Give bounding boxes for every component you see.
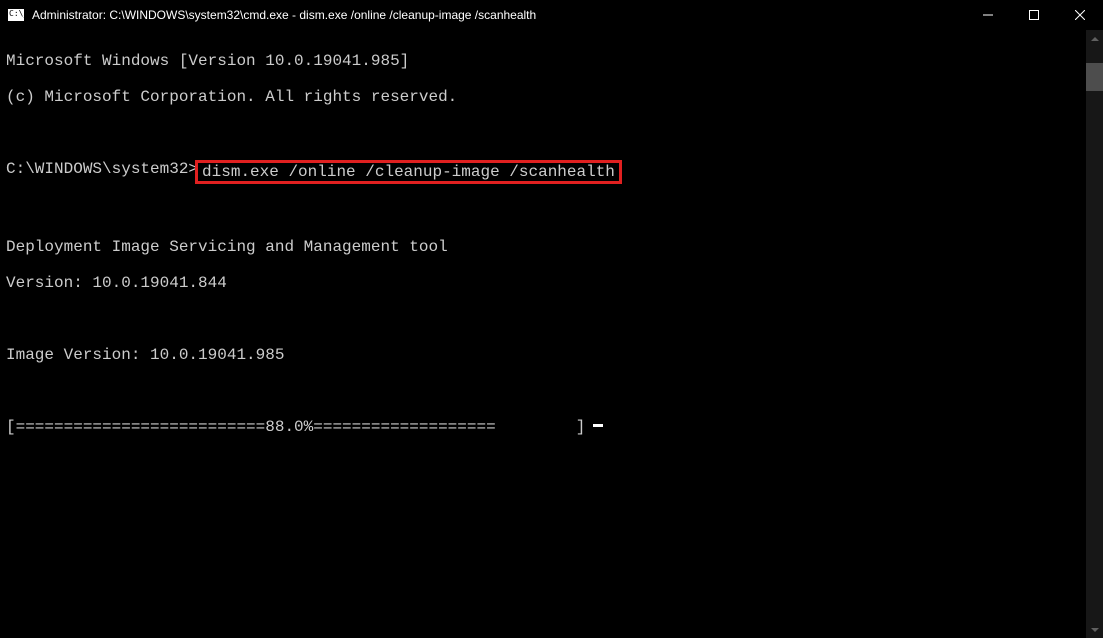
cursor: [593, 424, 603, 427]
maximize-button[interactable]: [1011, 0, 1057, 30]
output-blank: [6, 382, 1086, 400]
output-line: (c) Microsoft Corporation. All rights re…: [6, 88, 1086, 106]
command-highlight: dism.exe /online /cleanup-image /scanhea…: [195, 160, 622, 184]
scroll-track[interactable]: [1086, 47, 1103, 621]
cmd-window: Administrator: C:\WINDOWS\system32\cmd.e…: [0, 0, 1103, 638]
cmd-icon: [8, 9, 24, 21]
output-line: Deployment Image Servicing and Managemen…: [6, 238, 1086, 256]
minimize-button[interactable]: [965, 0, 1011, 30]
chevron-up-icon: [1091, 37, 1099, 41]
prompt-prefix: C:\WINDOWS\system32>: [6, 160, 198, 178]
chevron-down-icon: [1091, 628, 1099, 632]
scroll-up-arrow[interactable]: [1086, 30, 1103, 47]
entered-command: dism.exe /online /cleanup-image /scanhea…: [202, 163, 615, 181]
progress-bar-right: ]: [576, 418, 586, 436]
progress-bar-left: [==========================88.0%========…: [6, 418, 496, 436]
scroll-down-arrow[interactable]: [1086, 621, 1103, 638]
output-blank: [6, 202, 1086, 220]
prompt-line: C:\WINDOWS\system32>dism.exe /online /cl…: [6, 160, 1086, 184]
vertical-scrollbar[interactable]: [1086, 30, 1103, 638]
progress-line: [==========================88.0%========…: [6, 418, 1086, 436]
window-controls: [965, 0, 1103, 30]
maximize-icon: [1029, 10, 1039, 20]
output-line: Version: 10.0.19041.844: [6, 274, 1086, 292]
close-icon: [1075, 10, 1085, 20]
output-blank: [6, 310, 1086, 328]
close-button[interactable]: [1057, 0, 1103, 30]
output-line: Microsoft Windows [Version 10.0.19041.98…: [6, 52, 1086, 70]
scroll-thumb[interactable]: [1086, 63, 1103, 91]
titlebar[interactable]: Administrator: C:\WINDOWS\system32\cmd.e…: [0, 0, 1103, 30]
minimize-icon: [983, 10, 993, 20]
terminal-output[interactable]: Microsoft Windows [Version 10.0.19041.98…: [0, 30, 1086, 638]
output-blank: [6, 124, 1086, 142]
content-area: Microsoft Windows [Version 10.0.19041.98…: [0, 30, 1103, 638]
output-line: Image Version: 10.0.19041.985: [6, 346, 1086, 364]
window-title: Administrator: C:\WINDOWS\system32\cmd.e…: [32, 8, 965, 22]
